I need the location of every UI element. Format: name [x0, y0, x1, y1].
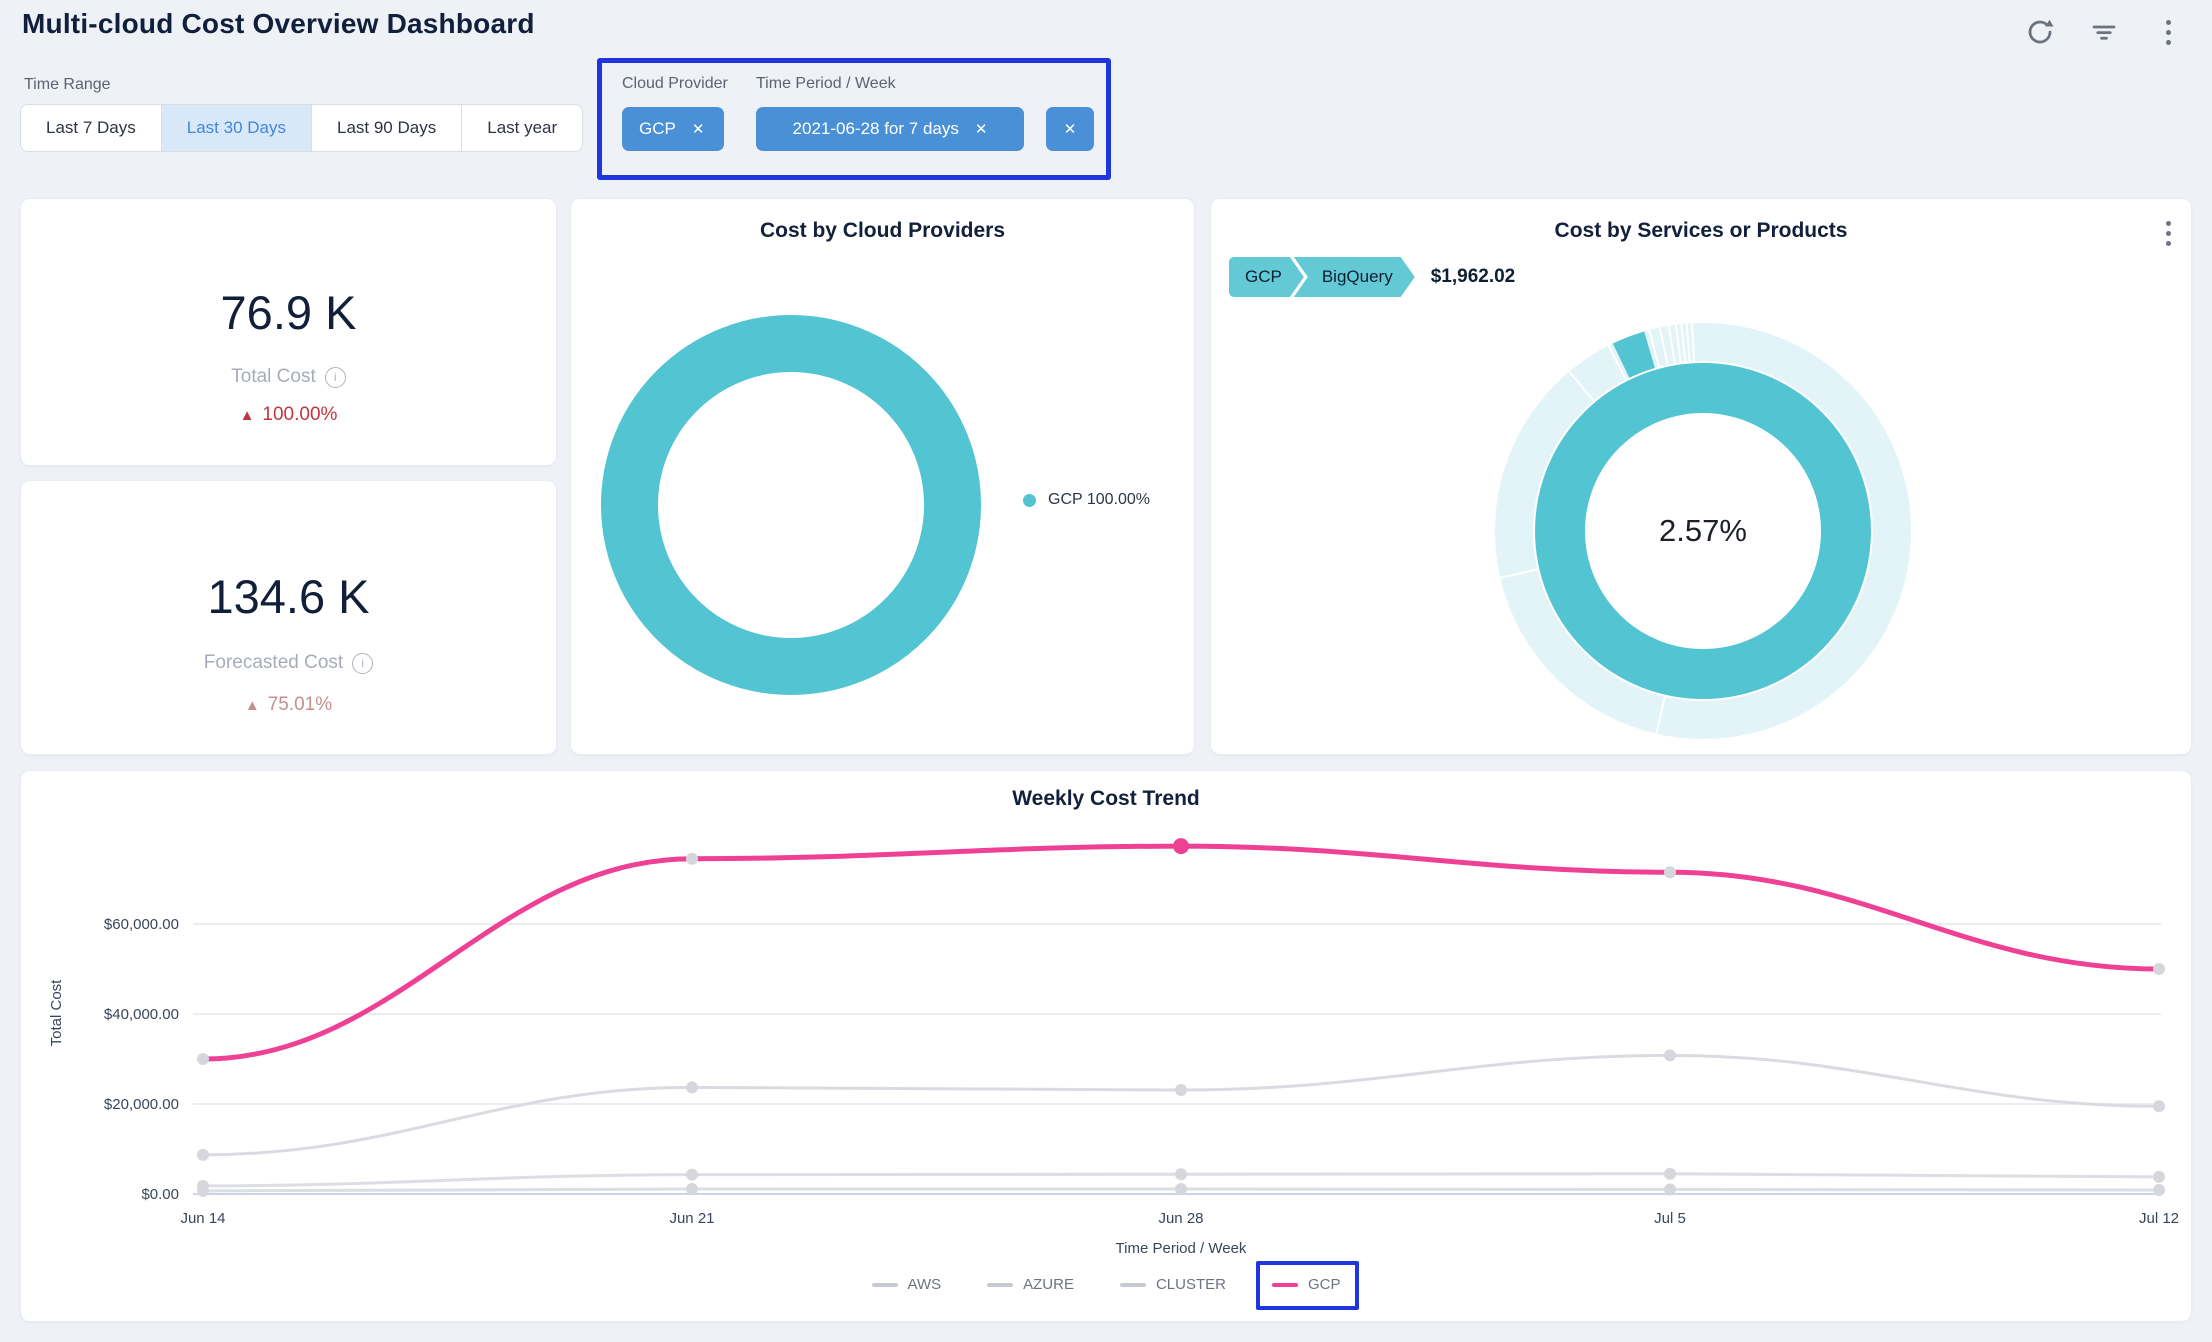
forecasted-cost-delta: 75.01% — [268, 694, 332, 716]
legend-label: CLUSTER — [1156, 1276, 1226, 1293]
svg-text:Jul 12: Jul 12 — [2139, 1210, 2179, 1227]
clear-all-filters-button[interactable]: ✕ — [1046, 107, 1094, 151]
time-period-filter-label: Time Period / Week — [756, 75, 896, 93]
card-kebab-menu-icon[interactable] — [2166, 221, 2171, 246]
cloud-provider-filter-label: Cloud Provider — [622, 75, 728, 93]
breadcrumb: GCP BigQuery $1,962.02 — [1229, 257, 1515, 297]
time-range-button-group: Last 7 Days Last 30 Days Last 90 Days La… — [20, 104, 583, 152]
svg-text:$40,000.00: $40,000.00 — [104, 1006, 179, 1023]
time-period-filter-chip[interactable]: 2021-06-28 for 7 days ✕ — [756, 107, 1024, 151]
info-icon[interactable]: i — [325, 367, 346, 388]
svg-text:Jun 28: Jun 28 — [1158, 1210, 1203, 1227]
time-range-label: Time Range — [24, 76, 111, 94]
legend-label: AWS — [908, 1276, 942, 1293]
time-range-last-30-days[interactable]: Last 30 Days — [161, 104, 312, 152]
legend-label: GCP 100.00% — [1048, 491, 1150, 509]
remove-chip-icon[interactable]: ✕ — [975, 122, 988, 137]
total-cost-value: 76.9 K — [221, 285, 357, 340]
svg-text:$60,000.00: $60,000.00 — [104, 916, 179, 933]
refresh-icon[interactable] — [2022, 14, 2058, 50]
cloud-provider-filter-chip[interactable]: GCP ✕ — [622, 107, 724, 151]
remove-chip-icon[interactable]: ✕ — [692, 122, 705, 137]
svg-text:Jun 21: Jun 21 — [669, 1210, 714, 1227]
arrow-up-icon: ▲ — [240, 407, 255, 424]
legend-label: GCP — [1308, 1276, 1341, 1293]
breadcrumb-bigquery[interactable]: BigQuery — [1294, 257, 1415, 297]
legend-dash-icon — [872, 1283, 898, 1287]
filter-icon[interactable] — [2086, 14, 2122, 50]
arrow-up-icon: ▲ — [245, 697, 260, 714]
trend-legend: AWS AZURE CLUSTER GCP — [21, 1276, 2191, 1293]
legend-dot-icon — [1023, 494, 1036, 507]
info-icon[interactable]: i — [352, 653, 373, 674]
sunburst-center-label: 2.57% — [1495, 323, 1911, 739]
time-range-last-7-days[interactable]: Last 7 Days — [20, 104, 162, 152]
svg-text:$0.00: $0.00 — [141, 1186, 179, 1203]
time-range-last-year[interactable]: Last year — [461, 104, 583, 152]
weekly-cost-trend-card: Weekly Cost Trend $0.00$20,000.00$40,000… — [20, 770, 2192, 1322]
header-toolbar — [2022, 14, 2186, 50]
annotation-box-filters: Cloud Provider Time Period / Week GCP ✕ … — [597, 58, 1111, 180]
total-cost-card: 76.9 K Total Cost i ▲ 100.00% — [20, 198, 557, 466]
cost-by-cloud-providers-card: Cost by Cloud Providers GCP 100.00% — [570, 198, 1195, 755]
time-range-last-90-days[interactable]: Last 90 Days — [311, 104, 462, 152]
legend-item-gcp[interactable]: GCP — [1272, 1276, 1341, 1293]
chip-value: GCP — [639, 119, 676, 139]
svg-text:Total Cost: Total Cost — [48, 979, 65, 1047]
legend-dash-icon — [987, 1283, 1013, 1287]
forecasted-cost-value: 134.6 K — [207, 569, 369, 624]
svg-text:Jul 5: Jul 5 — [1654, 1210, 1686, 1227]
legend-item-aws[interactable]: AWS — [872, 1276, 942, 1293]
breadcrumb-gcp[interactable]: GCP — [1229, 257, 1304, 297]
legend-item-azure[interactable]: AZURE — [987, 1276, 1074, 1293]
donut-legend-gcp[interactable]: GCP 100.00% — [1023, 491, 1150, 509]
gcp-donut-chart[interactable] — [601, 315, 981, 695]
total-cost-delta: 100.00% — [262, 404, 337, 426]
breadcrumb-cost-value: $1,962.02 — [1431, 266, 1516, 288]
legend-item-cluster[interactable]: CLUSTER — [1120, 1276, 1226, 1293]
svg-text:Jun 14: Jun 14 — [180, 1210, 225, 1227]
page-title: Multi-cloud Cost Overview Dashboard — [22, 8, 535, 40]
forecasted-cost-card: 134.6 K Forecasted Cost i ▲ 75.01% — [20, 480, 557, 755]
legend-label: AZURE — [1023, 1276, 1074, 1293]
cost-by-services-card: Cost by Services or Products GCP BigQuer… — [1210, 198, 2192, 755]
cost-by-services-title: Cost by Services or Products — [1211, 219, 2191, 243]
chip-value: 2021-06-28 for 7 days — [793, 119, 959, 139]
cost-by-cloud-providers-title: Cost by Cloud Providers — [571, 219, 1194, 243]
total-cost-label: Total Cost — [231, 366, 315, 388]
forecasted-cost-label: Forecasted Cost — [204, 652, 343, 674]
legend-dash-icon — [1120, 1283, 1146, 1287]
svg-text:$20,000.00: $20,000.00 — [104, 1096, 179, 1113]
kebab-menu-icon[interactable] — [2150, 14, 2186, 50]
svg-text:Time Period / Week: Time Period / Week — [1116, 1240, 1247, 1257]
weekly-cost-trend-chart[interactable]: $0.00 $20,000.00 $40,000.00 $60,000.00 Jun 1… — [21, 771, 2193, 1323]
legend-dash-icon — [1272, 1283, 1298, 1287]
close-icon: ✕ — [1064, 122, 1077, 137]
